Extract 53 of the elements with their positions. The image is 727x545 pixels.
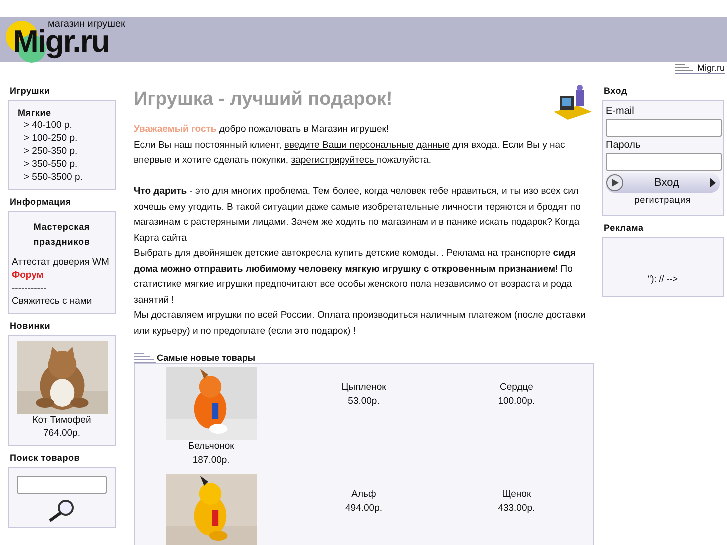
site-link[interactable]: Migr.ru xyxy=(675,62,725,74)
section-title: Реклама xyxy=(603,222,645,235)
section-title: Игрушки xyxy=(9,85,52,98)
product-price: 764.00р. xyxy=(44,427,80,440)
link[interactable]: введите Ваши персональные данные xyxy=(284,140,450,150)
arrow-right-icon xyxy=(710,178,716,188)
product-name[interactable]: Альф xyxy=(352,488,376,502)
product-name[interactable]: Кот Тимофей xyxy=(32,414,92,427)
register-link[interactable]: регистрация xyxy=(606,193,720,205)
product-price: 53.00р. xyxy=(348,395,380,409)
product-price: 100.00р. xyxy=(498,395,536,409)
ad-text: "): // --> xyxy=(648,274,678,284)
price-range-link[interactable]: > 350-550 р. xyxy=(12,158,112,171)
lines-icon xyxy=(134,353,156,363)
info-link[interactable]: Мастерская праздников xyxy=(12,217,112,256)
play-icon xyxy=(606,174,624,192)
paragraph: Что дарить - это для многих проблема. Тем более, когда человек тебе нравиться, и ты изо всех сил хочешь ему угодить. В такой ситуации даже самые изобретательные личности теряются и бродят по магазинам с растеряными лицами. Зачем же ходить по магазинам и в панике искать подарок? Когда xyxy=(134,185,582,230)
product-price: 187.00р. xyxy=(192,454,230,468)
paragraph: Мы доставляем игрушки по всей России. Оплата производиться наличным платежом (после доставки или курьеру) и по предоплате (если это подарок) ! xyxy=(134,309,587,338)
product-name[interactable]: Бельчонок xyxy=(188,440,234,454)
paragraph: Если Вы наш постоянный клиент, введите Ваши персональные данные для входа. Если Вы у нас впервые и хотите сделать покупки, зарегистрируйтесь пожалуйста. xyxy=(134,138,566,168)
info-text: Аттестат доверия WM xyxy=(12,256,110,269)
page-title: Игрушка - лучший подарок! xyxy=(134,88,393,111)
section-title: Самые новые товары xyxy=(157,353,256,363)
category-title[interactable]: Мягкие xyxy=(12,106,112,119)
paragraph: Уважаемый гость добро пожаловать в Магазин игрушек! xyxy=(134,123,390,137)
section-title: Поиск товаров xyxy=(9,452,82,465)
product-name[interactable]: Сердце xyxy=(500,381,534,395)
password-field[interactable] xyxy=(606,153,722,171)
lines-icon xyxy=(675,64,694,72)
info-text: Свяжитесь с нами xyxy=(12,295,94,308)
price-range-link[interactable]: > 40-100 р. xyxy=(12,119,112,132)
paragraph: Карта сайта xyxy=(134,232,188,246)
field-label: Пароль xyxy=(606,139,642,153)
login-button[interactable]: Вход xyxy=(606,173,720,193)
field-label: E-mail xyxy=(606,105,636,119)
paragraph: Выбрать для двойняшек детские автокресла купить детские комоды. . Реклама на транспорте сидя дома можно отправить любимому человеку мягкую игрушку с откровенным признанием! По статистике мягкие игрушки предпочитают все особы женского пола независимо от возраста и рода занятий ! xyxy=(134,247,577,308)
price-range-link[interactable]: > 250-350 р. xyxy=(12,145,112,158)
email-field[interactable] xyxy=(606,119,722,137)
product-name[interactable]: Цыпленок xyxy=(342,381,386,395)
section-title: Новинки xyxy=(9,320,52,333)
info-text: ----------- xyxy=(12,282,48,295)
product-name[interactable]: Щенок xyxy=(502,488,532,502)
price-range-link[interactable]: > 550-3500 р. xyxy=(12,171,112,184)
section-title: Информация xyxy=(9,196,72,209)
product-price: 494.00р. xyxy=(346,502,382,516)
product-price: 433.00р. xyxy=(498,502,536,516)
link[interactable]: зарегистрируйтесь xyxy=(291,155,377,166)
price-range-link[interactable]: > 100-250 р. xyxy=(12,132,112,145)
search-field[interactable] xyxy=(17,476,107,494)
forum-link[interactable]: Форум xyxy=(12,269,112,282)
section-title: Вход xyxy=(603,85,628,98)
toy-drawing xyxy=(552,84,594,122)
